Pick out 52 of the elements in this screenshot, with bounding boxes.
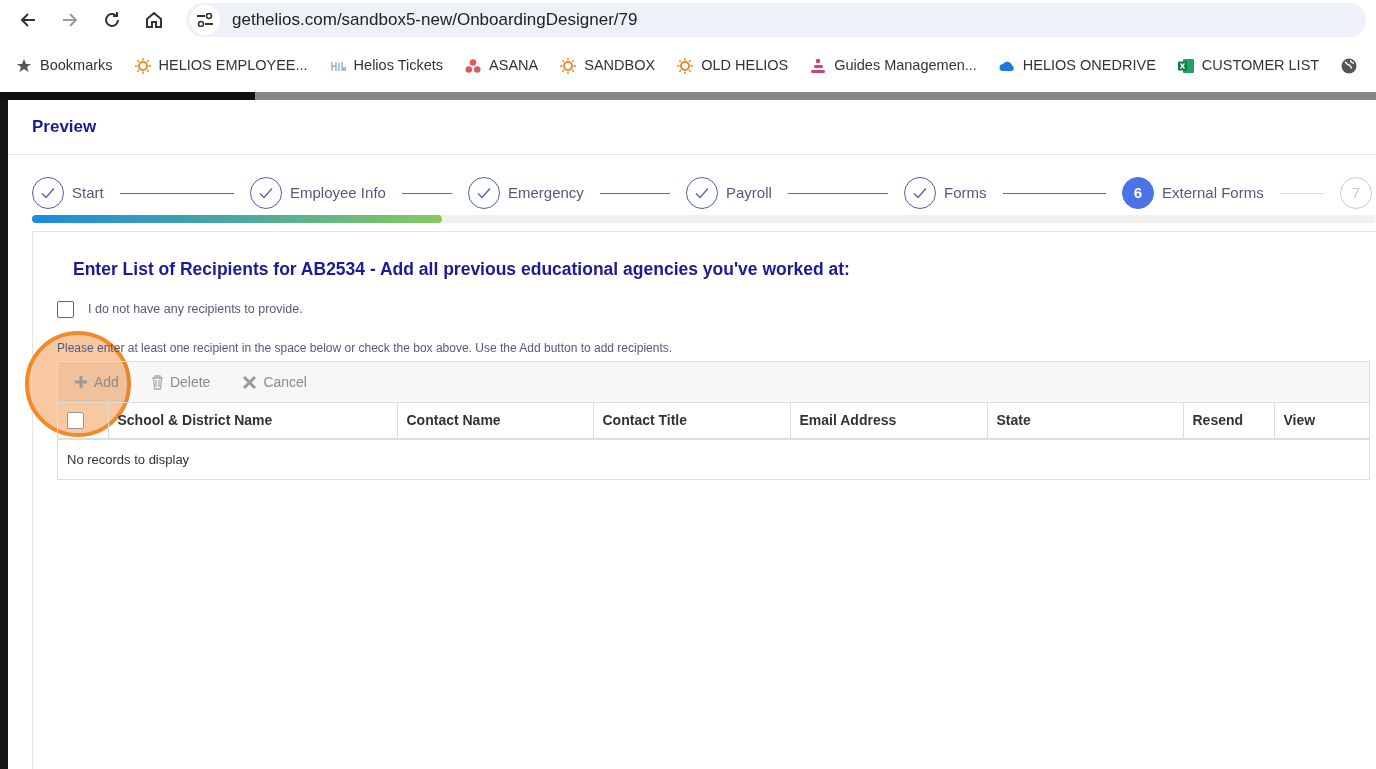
step-label: Emergency bbox=[508, 182, 584, 203]
sun-icon bbox=[134, 58, 151, 74]
stepper-step[interactable]: Start bbox=[32, 177, 250, 209]
star-icon bbox=[16, 58, 32, 74]
bookmark-item[interactable]: ASANA bbox=[465, 55, 539, 77]
dots-icon bbox=[465, 58, 482, 74]
bookmark-item[interactable]: SANDBOX bbox=[560, 55, 656, 77]
plus-icon bbox=[74, 375, 88, 389]
globe-icon bbox=[1341, 58, 1358, 74]
column-header[interactable]: View bbox=[1283, 412, 1316, 428]
column-header[interactable]: Resend bbox=[1192, 412, 1244, 428]
address-bar[interactable]: gethelios.com/sandbox5-new/OnboardingDesigner/79 bbox=[186, 3, 1366, 37]
column-header[interactable]: Email Address bbox=[799, 412, 897, 428]
stepper-step[interactable]: 6 External Forms bbox=[1122, 177, 1340, 209]
bookmark-item[interactable]: HELIOS EMPLOYEE... bbox=[134, 55, 308, 77]
bookmark-item[interactable]: Bookmarks bbox=[16, 55, 113, 77]
step-label: Employee Info bbox=[290, 182, 386, 203]
sun-icon bbox=[560, 58, 577, 74]
checkbox[interactable] bbox=[57, 301, 74, 319]
bookmark-item[interactable]: Guides Managemen... bbox=[810, 55, 977, 77]
column-header[interactable]: State bbox=[996, 412, 1031, 428]
trash-icon bbox=[150, 374, 164, 390]
reload-button[interactable] bbox=[102, 10, 122, 30]
column-header[interactable]: School & District Name bbox=[117, 412, 273, 428]
bookmark-item[interactable]: Helios Tickets bbox=[329, 55, 444, 77]
page-title: Preview bbox=[32, 116, 97, 139]
column-header[interactable]: Contact Name bbox=[406, 412, 501, 428]
checkbox-label: I do not have any recipients to provide. bbox=[88, 301, 303, 319]
stacked-bars-icon bbox=[810, 58, 827, 74]
spreadsheet-icon bbox=[1177, 58, 1194, 74]
empty-message: No records to display bbox=[67, 451, 190, 467]
home-button[interactable] bbox=[144, 10, 164, 30]
select-all-checkbox[interactable] bbox=[67, 412, 84, 429]
bookmark-item[interactable]: HELIOS ONEDRIVE bbox=[998, 55, 1156, 77]
stepper-step[interactable]: Emergency bbox=[468, 177, 686, 209]
x-icon bbox=[242, 374, 258, 390]
globe-bookmark[interactable] bbox=[1341, 58, 1358, 74]
step-label: Forms bbox=[944, 182, 987, 203]
form-heading: Enter List of Recipients for AB2534 - Add all previous educational agencies you've worked at: bbox=[73, 258, 851, 281]
step-label: Start bbox=[72, 182, 104, 203]
stepper-step[interactable]: Employee Info bbox=[250, 177, 468, 209]
step-label: External Forms bbox=[1162, 182, 1264, 203]
site-settings-icon bbox=[196, 13, 214, 27]
bookmark-item[interactable]: CUSTOMER LIST bbox=[1177, 55, 1320, 77]
step-label: Payroll bbox=[726, 182, 772, 203]
stepper-step[interactable]: Payroll bbox=[686, 177, 904, 209]
bookmark-item[interactable]: OLD HELIOS bbox=[677, 55, 789, 77]
sun-icon bbox=[677, 58, 694, 74]
url-text: gethelios.com/sandbox5-new/OnboardingDesigner/79 bbox=[232, 9, 638, 32]
step-number[interactable]: 6 bbox=[1122, 177, 1154, 209]
stepper-step[interactable]: Forms bbox=[904, 177, 1122, 209]
column-header[interactable]: Contact Title bbox=[602, 412, 688, 428]
